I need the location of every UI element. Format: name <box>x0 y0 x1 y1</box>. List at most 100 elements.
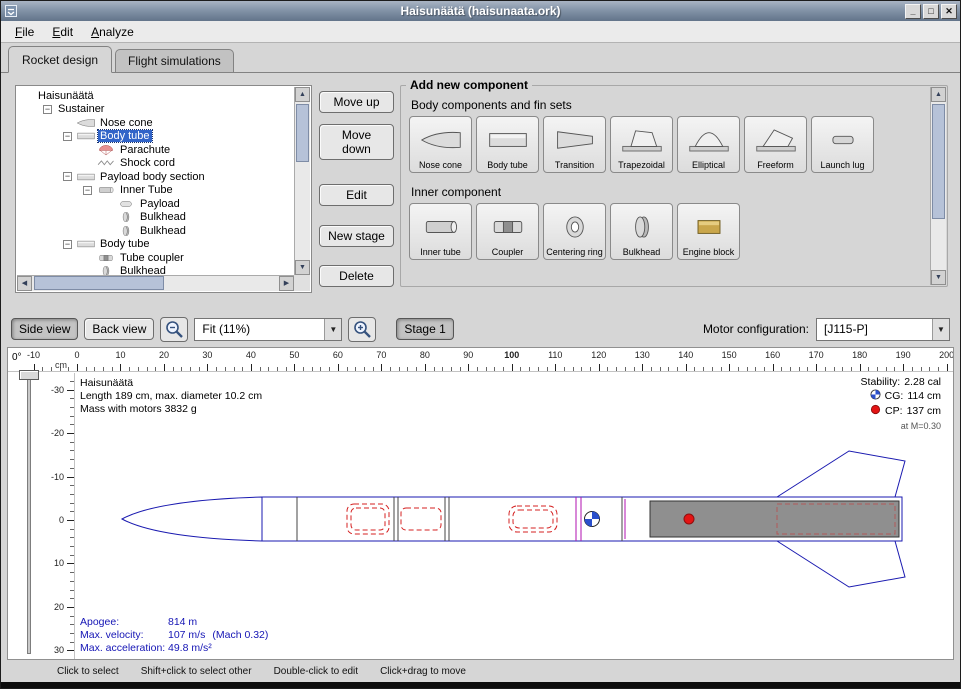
ruler-tick <box>225 367 226 371</box>
add-engine-block-button[interactable]: Engine block <box>677 203 740 260</box>
action-new-stage-button[interactable]: New stage <box>319 225 394 247</box>
action-move-up-button[interactable]: Move up <box>319 91 394 113</box>
tree-item-body-tube[interactable]: −Body tube <box>17 130 294 144</box>
tree-expander-icon[interactable]: − <box>63 172 72 181</box>
add-bulkhead-button[interactable]: Bulkhead <box>610 203 673 260</box>
action-move-down-button[interactable]: Move down <box>319 124 394 160</box>
tree-vertical-scrollbar[interactable]: ▲ ▼ <box>294 87 310 275</box>
tree-expander-spacer <box>23 91 32 100</box>
tree-item-payload[interactable]: Payload <box>17 197 294 211</box>
add-coupler-button[interactable]: Coupler <box>476 203 539 260</box>
motor-configuration-select[interactable]: [J115-P] ▼ <box>816 318 950 341</box>
vertical-ruler: -30-20-100102030 <box>46 373 75 659</box>
rotation-slider-thumb[interactable] <box>19 370 39 380</box>
stability-value: 2.28 cal <box>904 376 941 389</box>
fin-upper-shape[interactable] <box>777 451 905 497</box>
tree-item-bulkhead[interactable]: Bulkhead <box>17 211 294 225</box>
ruler-tick <box>207 364 208 371</box>
tree-item-nose-cone[interactable]: Nose cone <box>17 116 294 130</box>
tree-expander-spacer <box>83 267 92 275</box>
tree-item-shock-cord[interactable]: Shock cord <box>17 157 294 171</box>
tree-horizontal-scrollbar[interactable]: ◀ ▶ <box>17 275 294 291</box>
scroll-up-icon[interactable]: ▲ <box>931 87 946 102</box>
ruler-tick <box>70 424 74 425</box>
tree-expander-icon[interactable]: − <box>63 132 72 141</box>
stage-1-toggle[interactable]: Stage 1 <box>396 318 453 340</box>
fin-lower-shape[interactable] <box>777 541 905 587</box>
tree-item-tube-coupler[interactable]: Tube coupler <box>17 251 294 265</box>
tree-item-parachute[interactable]: Parachute <box>17 143 294 157</box>
app-window: Haisunäätä (haisunaata.ork) _ □ ✕ FileEd… <box>0 0 961 689</box>
tree-item-bulkhead[interactable]: Bulkhead <box>17 224 294 238</box>
zoom-level-select[interactable]: Fit (11%) ▼ <box>194 318 342 341</box>
stability-label: Stability: <box>861 376 901 389</box>
ruler-tick <box>70 511 74 512</box>
back-view-button[interactable]: Back view <box>84 318 154 340</box>
menu-analyze[interactable]: Analyze <box>83 23 142 41</box>
scroll-up-icon[interactable]: ▲ <box>295 87 310 102</box>
scroll-right-icon[interactable]: ▶ <box>279 276 294 291</box>
scrollbar-thumb[interactable] <box>296 104 309 162</box>
tree-item-body-tube[interactable]: −Body tube <box>17 238 294 252</box>
close-button[interactable]: ✕ <box>941 4 957 19</box>
ruler-tick <box>651 367 652 371</box>
tab-strip: Rocket design Flight simulations <box>1 43 960 73</box>
tab-flight-simulations[interactable]: Flight simulations <box>115 49 234 72</box>
minimize-button[interactable]: _ <box>905 4 921 19</box>
add-freeform-button[interactable]: Freeform <box>744 116 807 173</box>
add-centering-ring-button[interactable]: Centering ring <box>543 203 606 260</box>
tree-expander-spacer <box>103 199 112 208</box>
ruler-tick <box>70 459 74 460</box>
cg-label: CG: <box>885 390 904 403</box>
ruler-tick <box>70 624 74 625</box>
tree-expander-icon[interactable]: − <box>63 240 72 249</box>
ruler-tick <box>834 367 835 371</box>
add-transition-button[interactable]: Transition <box>543 116 606 173</box>
add-launch-lug-button[interactable]: Launch lug <box>811 116 874 173</box>
tab-rocket-design[interactable]: Rocket design <box>8 46 112 73</box>
ruler-tick <box>70 503 74 504</box>
window-menu-icon[interactable] <box>4 4 18 18</box>
add-nose-cone-button[interactable]: Nose cone <box>409 116 472 173</box>
scrollbar-thumb[interactable] <box>34 276 164 290</box>
add-elliptical-button[interactable]: Elliptical <box>677 116 740 173</box>
tree-item-payload-body-section[interactable]: −Payload body section <box>17 170 294 184</box>
zoom-out-button[interactable] <box>160 317 188 342</box>
tree-item-inner-tube[interactable]: −Inner Tube <box>17 184 294 198</box>
ruler-label: 190 <box>896 350 911 360</box>
ruler-tick <box>347 367 348 371</box>
rotation-slider[interactable] <box>16 370 42 656</box>
ruler-tick <box>407 367 408 371</box>
rocket-view[interactable]: 0° -100102030405060708090100110120130140… <box>7 347 954 660</box>
component-button-label: Bulkhead <box>623 248 661 257</box>
ruler-tick <box>70 485 74 486</box>
ruler-tick <box>67 563 74 564</box>
tree-item-haisun-t[interactable]: Haisunäätä <box>17 89 294 103</box>
maximize-button[interactable]: □ <box>923 4 939 19</box>
add-inner-tube-button[interactable]: Inner tube <box>409 203 472 260</box>
add-trapezoidal-button[interactable]: Trapezoidal <box>610 116 673 173</box>
action-delete-button[interactable]: Delete <box>319 265 394 287</box>
component-button-label: Inner tube <box>420 248 461 257</box>
component-group-label: Body components and fin sets <box>411 98 927 112</box>
add-component-panel: Add new component Body components and fi… <box>400 85 948 287</box>
tree-expander-icon[interactable]: − <box>43 105 52 114</box>
scrollbar-thumb[interactable] <box>932 104 945 219</box>
tree-item-bulkhead[interactable]: Bulkhead <box>17 265 294 276</box>
menu-edit[interactable]: Edit <box>44 23 81 41</box>
nose-cone-shape[interactable] <box>122 497 262 541</box>
add-body-tube-button[interactable]: Body tube <box>476 116 539 173</box>
menu-file[interactable]: File <box>7 23 42 41</box>
action-edit-button[interactable]: Edit <box>319 184 394 206</box>
side-view-button[interactable]: Side view <box>11 318 78 340</box>
ruler-tick <box>70 633 74 634</box>
tree-expander-icon[interactable]: − <box>83 186 92 195</box>
title-bar[interactable]: Haisunäätä (haisunaata.ork) _ □ ✕ <box>1 1 960 21</box>
ruler-tick <box>886 367 887 371</box>
scroll-down-icon[interactable]: ▼ <box>931 270 946 285</box>
scroll-down-icon[interactable]: ▼ <box>295 260 310 275</box>
tree-item-sustainer[interactable]: −Sustainer <box>17 103 294 117</box>
zoom-in-button[interactable] <box>348 317 376 342</box>
scroll-left-icon[interactable]: ◀ <box>17 276 32 291</box>
add-panel-scrollbar[interactable]: ▲ ▼ <box>930 87 946 285</box>
